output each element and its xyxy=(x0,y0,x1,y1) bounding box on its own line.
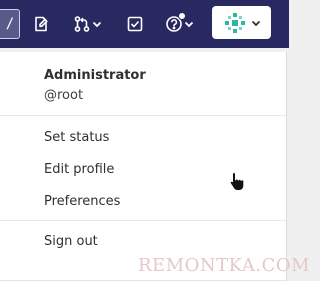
search-button[interactable]: / xyxy=(0,9,20,39)
edit-profile-menu-item[interactable]: Edit profile xyxy=(44,162,114,177)
merge-request-icon xyxy=(73,15,91,33)
preferences-menu-item[interactable]: Preferences xyxy=(44,194,120,209)
chevron-down-icon xyxy=(250,17,262,29)
issues-button[interactable] xyxy=(30,9,52,39)
merge-requests-button[interactable] xyxy=(70,9,106,39)
search-shortcut-label: / xyxy=(5,16,15,32)
notification-dot xyxy=(178,12,186,20)
todos-button[interactable] xyxy=(124,9,146,39)
menu-divider xyxy=(0,220,286,221)
user-dropdown-menu: Administrator @root Set status Edit prof… xyxy=(0,52,287,281)
chevron-down-icon xyxy=(91,18,103,30)
issues-icon xyxy=(32,15,50,33)
avatar-icon xyxy=(224,12,246,34)
user-display-name: Administrator xyxy=(44,68,146,83)
menu-divider xyxy=(0,115,286,116)
user-username: @root xyxy=(44,88,84,103)
set-status-menu-item[interactable]: Set status xyxy=(44,130,109,145)
top-navbar: / xyxy=(0,0,289,48)
watermark-text: REMONTKA.COM xyxy=(138,255,311,276)
todo-checkbox-icon xyxy=(126,15,144,33)
user-avatar-button[interactable] xyxy=(212,6,271,39)
sign-out-menu-item[interactable]: Sign out xyxy=(44,234,98,249)
hand-pointer-cursor-icon xyxy=(229,171,247,195)
chevron-down-icon xyxy=(183,18,195,30)
